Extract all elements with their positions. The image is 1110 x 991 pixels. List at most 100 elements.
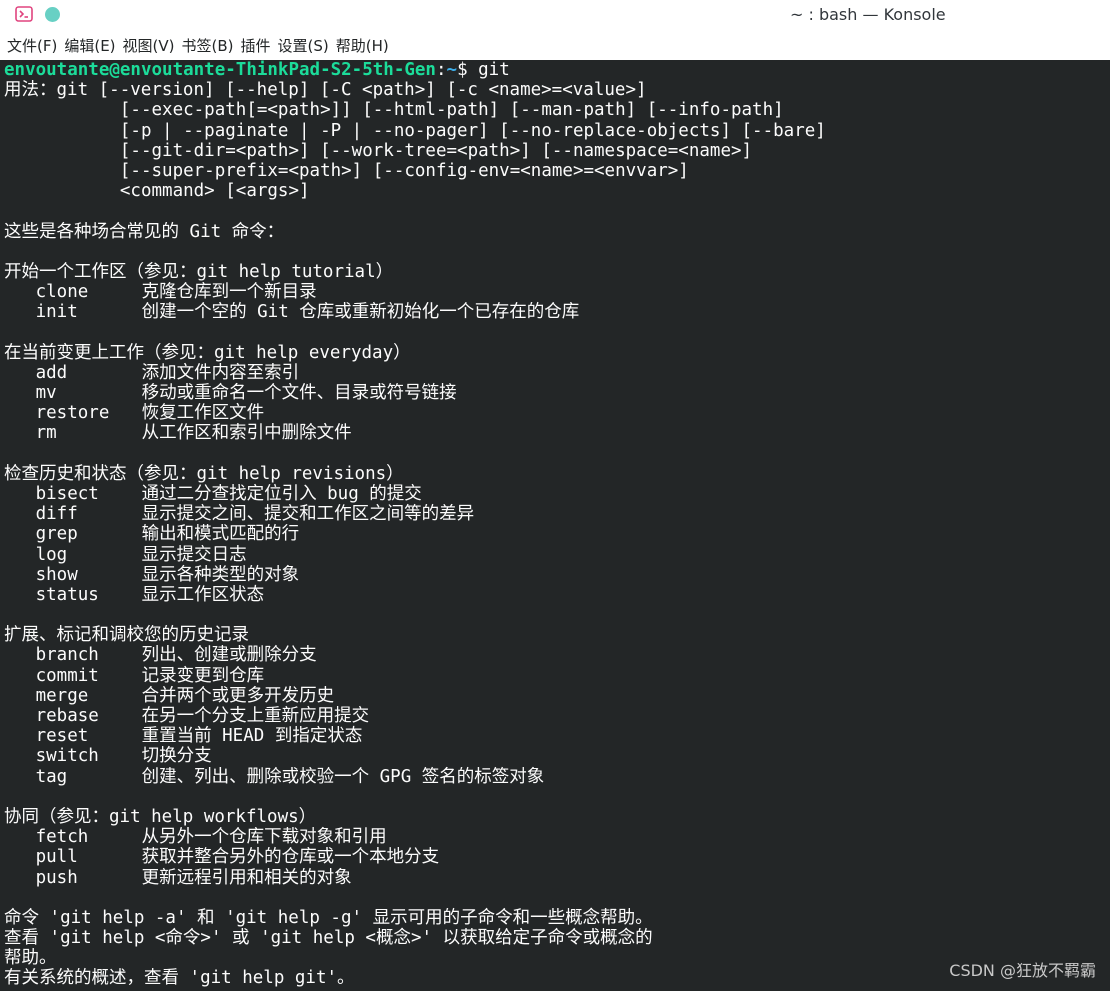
commands-intro: 这些是各种场合常见的 Git 命令：: [4, 221, 285, 242]
command-indent: [4, 484, 36, 504]
command-description: 通过二分查找定位引入 bug 的提交: [141, 483, 422, 504]
konsole-window: ~ : bash — Konsole 文件(F) 编辑(E) 视图(V) 书签(…: [0, 0, 1110, 991]
command-name: mv: [35, 383, 57, 403]
prompt-line: envoutante@envoutante-ThinkPad-S2-5th-Ge…: [4, 60, 826, 80]
command-description: 移动或重命名一个文件、目录或符号链接: [141, 383, 457, 403]
command-name: rebase: [35, 706, 99, 726]
section-title: 扩展、标记和调校您的历史记录: [4, 625, 249, 646]
footer-line: 有关系统的概述，查看 'git help git'。: [4, 968, 355, 989]
command-row: mv 移动或重命名一个文件、目录或符号链接: [4, 383, 826, 403]
command-description: 输出和模式匹配的行: [141, 524, 300, 545]
command-description: 添加文件内容至索引: [141, 362, 300, 383]
command-description: 更新远程引用和相关的对象: [141, 867, 352, 888]
command-description: 获取并整合另外的仓库或一个本地分支: [141, 847, 440, 868]
command-indent: [4, 524, 36, 544]
command-name: pull: [35, 847, 78, 868]
command-description: 重置当前 HEAD 到指定状态: [141, 726, 363, 747]
menu-view[interactable]: 视图(V): [120, 35, 178, 56]
section-title: 协同（参见：git help workflows）: [4, 806, 317, 827]
command-name: status: [35, 584, 99, 605]
konsole-app-icon[interactable]: [15, 5, 33, 23]
command-row: switch 切换分支: [4, 746, 826, 766]
prompt-command: $ git: [457, 60, 510, 80]
command-description: 切换分支: [141, 746, 212, 767]
title-bar[interactable]: ~ : bash — Konsole: [0, 0, 1110, 30]
command-name: fetch: [35, 827, 89, 848]
command-name: branch: [35, 645, 99, 666]
menu-edit[interactable]: 编辑(E): [61, 35, 118, 56]
command-row: add 添加文件内容至索引: [4, 363, 826, 383]
command-name: merge: [35, 685, 89, 706]
command-row: rebase 在另一个分支上重新应用提交: [4, 706, 826, 726]
command-indent: [4, 545, 36, 565]
menu-help[interactable]: 帮助(H): [333, 35, 392, 56]
command-indent: [4, 706, 36, 726]
terminal-area[interactable]: envoutante@envoutante-ThinkPad-S2-5th-Ge…: [0, 60, 1110, 991]
command-name: log: [35, 544, 68, 565]
command-description: 创建一个空的 Git 仓库或重新初始化一个已存在的仓库: [141, 302, 580, 323]
menu-plugins[interactable]: 插件: [238, 35, 274, 56]
command-description: 在另一个分支上重新应用提交: [141, 706, 370, 726]
command-row: restore 恢复工作区文件: [4, 403, 826, 423]
menu-file[interactable]: 文件(F): [4, 35, 60, 56]
command-indent: [4, 302, 36, 322]
command-description: 显示提交日志: [141, 544, 247, 565]
command-row: init 创建一个空的 Git 仓库或重新初始化一个已存在的仓库: [4, 302, 826, 322]
command-name: init: [35, 302, 78, 323]
menu-settings[interactable]: 设置(S): [275, 35, 332, 56]
command-description: 从工作区和索引中删除文件: [141, 423, 352, 444]
command-name: restore: [35, 403, 110, 424]
window-title: ~ : bash — Konsole: [790, 5, 946, 24]
command-description: 合并两个或更多开发历史: [141, 685, 335, 706]
command-row: tag 创建、列出、删除或校验一个 GPG 签名的标签对象: [4, 767, 826, 787]
command-indent: [4, 423, 36, 443]
command-name: push: [35, 867, 78, 888]
command-indent: [4, 847, 36, 867]
command-indent: [4, 666, 36, 686]
pin-dot-icon[interactable]: [45, 7, 60, 22]
command-name: rm: [35, 423, 57, 444]
command-indent: [4, 363, 36, 383]
command-row: branch 列出、创建或删除分支: [4, 645, 826, 665]
command-name: grep: [35, 524, 78, 545]
command-description: 从另外一个仓库下载对象和引用: [141, 827, 387, 848]
section-title: 在当前变更上工作（参见：git help everyday）: [4, 342, 411, 363]
command-description: 显示提交之间、提交和工作区之间等的差异: [141, 504, 475, 525]
command-indent: [4, 686, 36, 706]
command-row: fetch 从另外一个仓库下载对象和引用: [4, 827, 826, 847]
command-row: diff 显示提交之间、提交和工作区之间等的差异: [4, 504, 826, 524]
command-row: pull 获取并整合另外的仓库或一个本地分支: [4, 847, 826, 867]
command-indent: [4, 383, 36, 403]
command-name: switch: [35, 746, 99, 767]
menu-bookmarks[interactable]: 书签(B): [179, 35, 237, 56]
command-indent: [4, 504, 36, 524]
section-title: 开始一个工作区（参见：git help tutorial）: [4, 261, 394, 282]
usage-line: [--super-prefix=<path>] [--config-env=<n…: [4, 160, 689, 181]
command-row: merge 合并两个或更多开发历史: [4, 686, 826, 706]
command-indent: [4, 565, 36, 585]
usage-line: [--exec-path[=<path>]] [--html-path] [--…: [4, 100, 784, 121]
command-row: log 显示提交日志: [4, 545, 826, 565]
footer-line: 帮助。: [4, 948, 57, 969]
command-indent: [4, 827, 36, 847]
command-name: commit: [35, 665, 99, 686]
footer-line: 命令 'git help -a' 和 'git help -g' 显示可用的子命…: [4, 907, 653, 928]
command-row: push 更新远程引用和相关的对象: [4, 868, 826, 888]
command-name: clone: [35, 282, 89, 303]
command-name: diff: [35, 504, 78, 525]
footer-line: 查看 'git help <命令>' 或 'git help <概念>' 以获取…: [4, 928, 653, 949]
command-name: bisect: [35, 483, 99, 504]
command-name: reset: [35, 726, 89, 747]
prompt-path: ~: [446, 60, 458, 80]
command-row: bisect 通过二分查找定位引入 bug 的提交: [4, 484, 826, 504]
command-row: reset 重置当前 HEAD 到指定状态: [4, 726, 826, 746]
command-row: commit 记录变更到仓库: [4, 666, 826, 686]
command-indent: [4, 726, 36, 746]
terminal-output: envoutante@envoutante-ThinkPad-S2-5th-Ge…: [4, 60, 826, 989]
